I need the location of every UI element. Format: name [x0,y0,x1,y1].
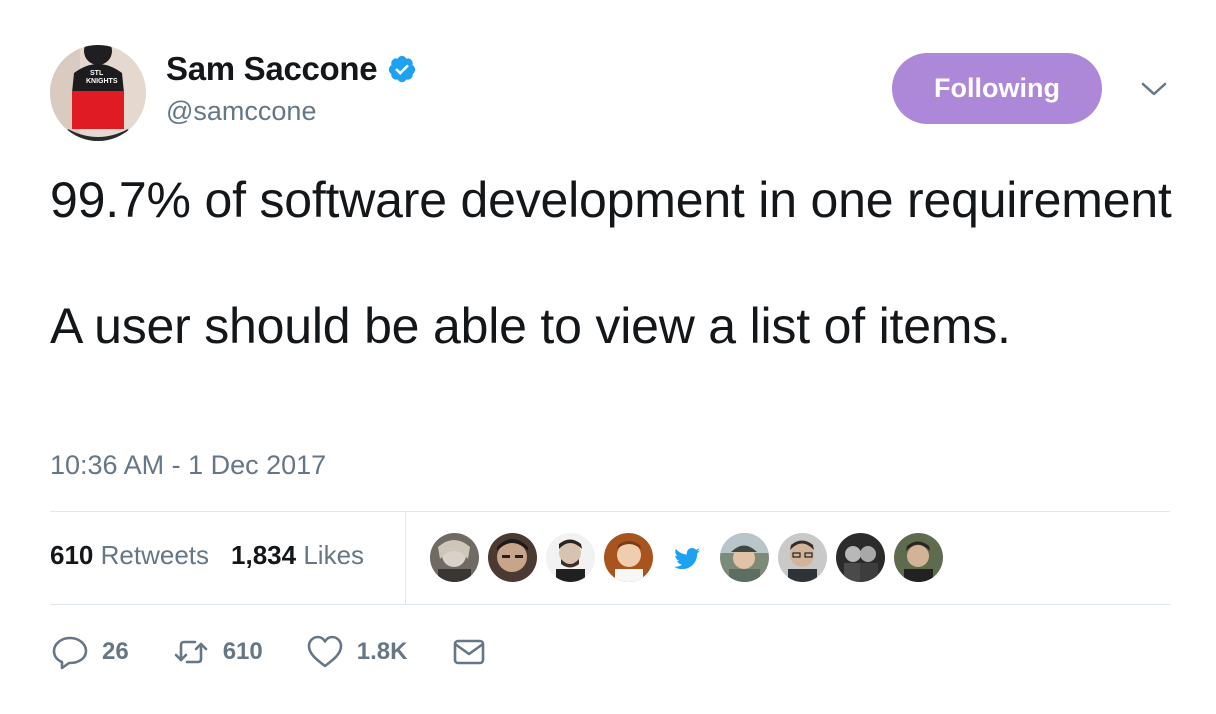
liker-avatar[interactable] [720,533,769,582]
user-name[interactable]: Sam Saccone [166,50,378,88]
tweet-text-line-1: 99.7% of software development in one req… [50,172,1172,228]
divider [50,511,1170,512]
liker-avatar[interactable] [778,533,827,582]
retweets-count: 610 [50,540,94,570]
likes-count: 1,834 [231,540,297,570]
reply-count: 26 [102,638,129,665]
likers-list [430,533,952,582]
direct-message-button[interactable] [449,632,489,672]
reply-icon [52,636,88,670]
following-button[interactable]: Following [892,53,1102,124]
liker-avatar[interactable] [430,533,479,582]
tweet-card: STL KNIGHTS Sam Saccone @samccone Follow… [0,0,1216,714]
user-handle[interactable]: @samccone [166,96,316,127]
envelope-icon [454,639,485,665]
avatar[interactable]: STL KNIGHTS [50,45,146,141]
tweet-actions: 26 610 1.8K [50,632,531,672]
liker-avatar[interactable] [894,533,943,582]
like-button[interactable]: 1.8K [305,632,408,672]
chevron-down-icon[interactable] [1140,80,1168,98]
retweets-stat[interactable]: 610 Retweets [50,540,209,571]
svg-text:KNIGHTS: KNIGHTS [86,78,118,85]
tweet-timestamp[interactable]: 10:36 AM - 1 Dec 2017 [50,450,326,481]
liker-avatar[interactable] [604,533,653,582]
liker-avatar[interactable] [488,533,537,582]
reply-button[interactable]: 26 [50,632,129,672]
liker-avatar[interactable] [836,533,885,582]
tweet-text: 99.7% of software development in one req… [50,170,1180,357]
like-count: 1.8K [356,638,408,665]
svg-text:STL: STL [90,70,104,77]
twitter-bird-icon[interactable] [662,533,711,582]
divider [50,604,1170,605]
retweets-label: Retweets [100,540,210,570]
user-name-row: Sam Saccone [166,50,417,88]
verified-badge-icon [387,54,417,84]
tweet-stats: 610 Retweets 1,834 Likes [50,540,386,571]
tweet-text-line-2: A user should be able to view a list of … [50,298,1011,354]
likes-stat[interactable]: 1,834 Likes [231,540,364,571]
stats-divider [405,512,406,604]
heart-icon [307,635,343,668]
liker-avatar[interactable] [546,533,595,582]
retweet-icon [174,640,208,664]
retweet-count: 610 [222,638,263,665]
retweet-button[interactable]: 610 [171,632,263,672]
likes-label: Likes [303,540,365,570]
